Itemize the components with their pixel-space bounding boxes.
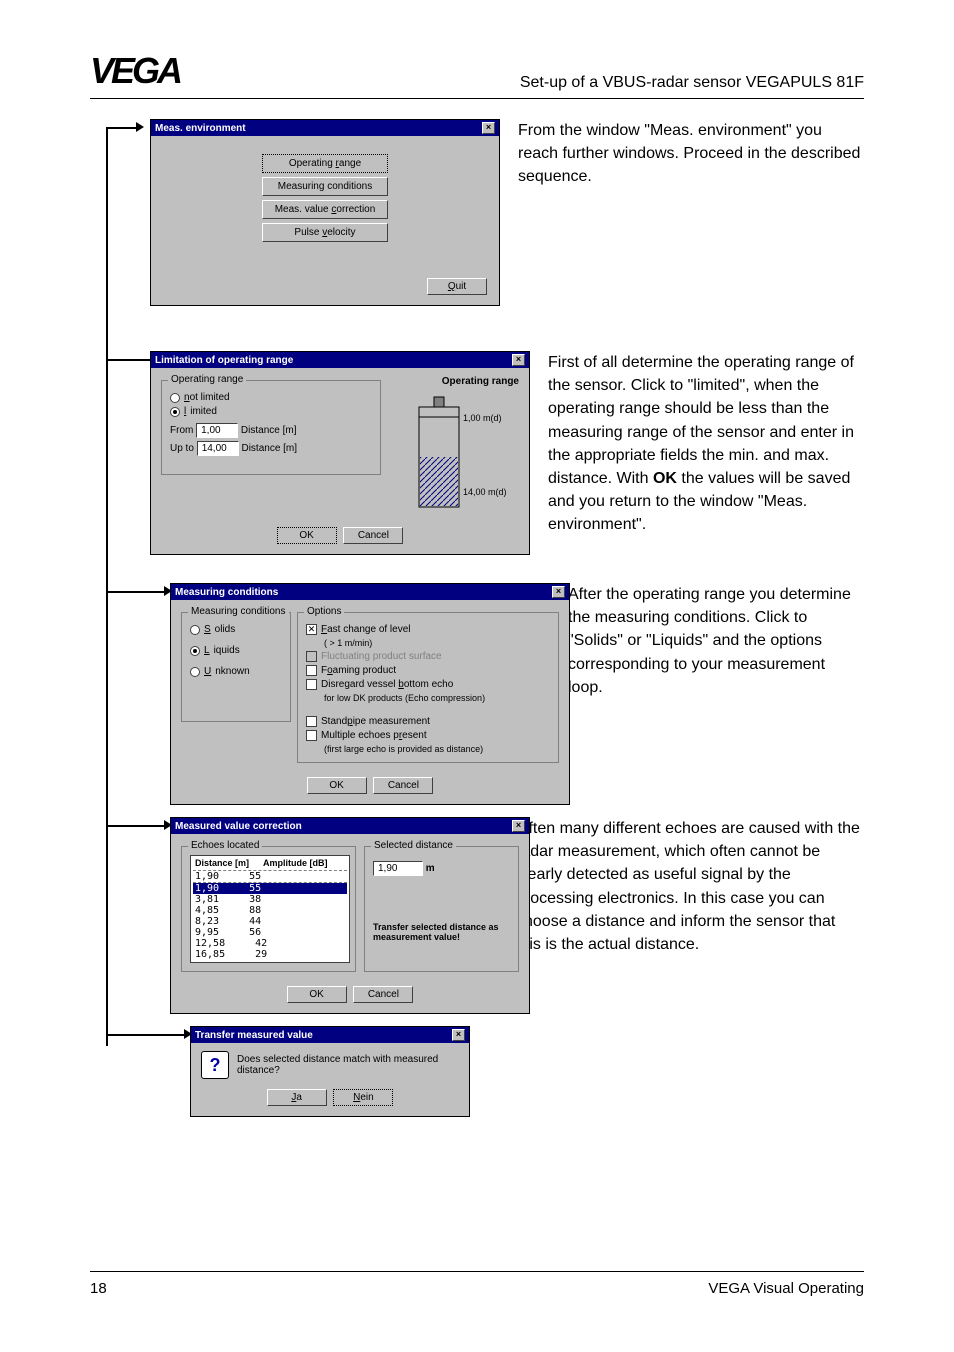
check-disregard-bottom[interactable]: Disregard vessel bottom echo — [306, 679, 550, 690]
transfer-title: Transfer measured value — [195, 1030, 313, 1041]
meas-cond-description: After the operating range you determine … — [550, 583, 864, 699]
op-range-right-label: Operating range — [389, 376, 519, 387]
close-icon[interactable]: × — [512, 820, 525, 832]
list-item: 12,5842 — [193, 938, 347, 949]
transfer-note: Transfer selected distance as measuremen… — [373, 922, 510, 942]
measuring-conditions-button[interactable]: Measuring conditions — [262, 177, 389, 196]
brand-logo: VEGA — [90, 50, 180, 92]
check-foaming[interactable]: Foaming product — [306, 665, 550, 676]
selected-distance-input[interactable]: 1,90 — [373, 861, 423, 876]
upto-input[interactable]: 14,00 — [197, 441, 239, 456]
measured-value-correction-dialog: Measured value correction × Echoes locat… — [170, 817, 530, 1014]
cancel-button[interactable]: Cancel — [373, 777, 433, 794]
disregard-sub: for low DK products (Echo compression) — [324, 693, 550, 703]
from-unit: Distance [m] — [241, 425, 297, 436]
selected-distance-unit: m — [426, 863, 435, 874]
selected-distance-group: Selected distance — [371, 840, 456, 851]
ok-button[interactable]: OK — [307, 777, 367, 794]
yes-button[interactable]: Ja — [267, 1089, 327, 1106]
check-fast-change[interactable]: ✕Fast change of level — [306, 624, 550, 635]
page-header-title: Set-up of a VBUS-radar sensor VEGAPULS 8… — [520, 74, 864, 92]
list-item: 1,9055 — [193, 883, 347, 894]
upto-label: Up to — [170, 443, 194, 454]
list-item: 9,9556 — [193, 927, 347, 938]
fast-change-sub: ( > 1 m/min) — [324, 638, 550, 648]
list-item: 8,2344 — [193, 916, 347, 927]
close-icon[interactable]: × — [552, 586, 565, 598]
op-range-title: Limitation of operating range — [155, 355, 293, 366]
op-range-description: First of all determine the operating ran… — [530, 351, 864, 537]
tank-diagram-icon: 1,00 m(d) 14,00 m(d) — [389, 387, 509, 517]
svg-text:1,00 m(d): 1,00 m(d) — [463, 413, 502, 423]
close-icon[interactable]: × — [482, 122, 495, 134]
upto-unit: Distance [m] — [241, 443, 297, 454]
meas-cond-group: Measuring conditions — [188, 606, 289, 617]
footer-right: VEGA Visual Operating — [708, 1280, 864, 1297]
list-item: 1,9055 — [193, 871, 347, 882]
quit-button[interactable]: Quit — [427, 278, 487, 295]
echoes-list[interactable]: Distance [m]Amplitude [dB] 1,9055 1,9055… — [190, 855, 350, 963]
mv-corr-title: Measured value correction — [175, 821, 302, 832]
op-range-group-label: Operating range — [168, 374, 246, 385]
meas-env-description: From the window "Meas. environment" you … — [500, 119, 864, 189]
radio-unknown[interactable]: Unknown — [190, 666, 282, 677]
operating-range-button[interactable]: Operating range — [262, 154, 389, 173]
list-item: 3,8138 — [193, 894, 347, 905]
from-input[interactable]: 1,00 — [196, 423, 238, 438]
list-item: 16,8529 — [193, 949, 347, 960]
multi-sub: (first large echo is provided as distanc… — [324, 744, 550, 754]
check-multiple-echoes[interactable]: Multiple echoes present — [306, 730, 550, 741]
check-fluctuating: Fluctuating product surface — [306, 651, 550, 662]
page-number: 18 — [90, 1280, 107, 1297]
transfer-measured-value-dialog: Transfer measured value × ? Does selecte… — [190, 1026, 470, 1117]
ok-button[interactable]: OK — [277, 527, 337, 544]
no-button[interactable]: Nein — [333, 1089, 393, 1106]
operating-range-dialog: Limitation of operating range × Operatin… — [150, 351, 530, 555]
svg-text:14,00 m(d): 14,00 m(d) — [463, 487, 507, 497]
meas-env-title: Meas. environment — [155, 123, 246, 134]
meas-environment-dialog: Meas. environment × Operating range Meas… — [150, 119, 500, 306]
question-icon: ? — [201, 1051, 229, 1079]
check-standpipe[interactable]: Standpipe measurement — [306, 716, 550, 727]
list-item: 4,8588 — [193, 905, 347, 916]
options-group: Options — [304, 606, 344, 617]
meas-value-correction-button[interactable]: Meas. value correction — [262, 200, 389, 219]
radio-not-limited[interactable]: not limited — [170, 392, 372, 403]
pulse-velocity-button[interactable]: Pulse velocity — [262, 223, 389, 242]
ok-button[interactable]: OK — [287, 986, 347, 1003]
meas-cond-title: Measuring conditions — [175, 587, 278, 598]
transfer-question: Does selected distance match with measur… — [237, 1054, 459, 1076]
radio-solids[interactable]: Solids — [190, 624, 282, 635]
close-icon[interactable]: × — [452, 1029, 465, 1041]
mv-corr-description: Often many different echoes are caused w… — [510, 817, 864, 956]
measuring-conditions-dialog: Measuring conditions × Measuring conditi… — [170, 583, 570, 805]
close-icon[interactable]: × — [512, 354, 525, 366]
echoes-located-group: Echoes located — [188, 840, 262, 851]
radio-liquids[interactable]: Liquids — [190, 645, 282, 656]
from-label: From — [170, 425, 193, 436]
radio-limited[interactable]: limited — [170, 406, 372, 417]
cancel-button[interactable]: Cancel — [353, 986, 413, 1003]
cancel-button[interactable]: Cancel — [343, 527, 403, 544]
